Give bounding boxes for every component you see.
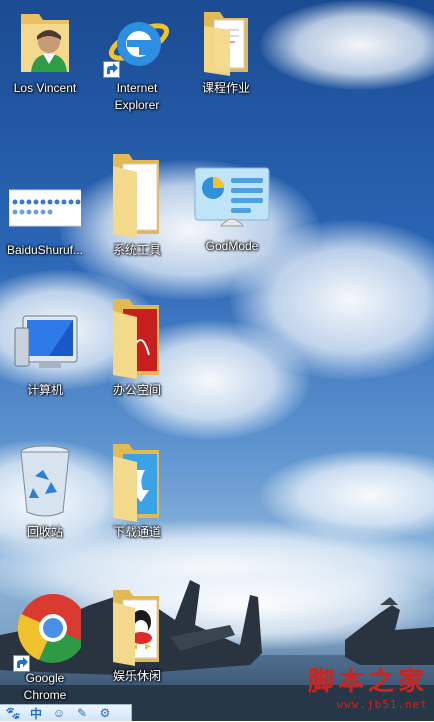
cloud bbox=[260, 0, 434, 90]
watermark-text: 脚本之家 bbox=[307, 667, 428, 697]
desktop-icon-recycle-bin[interactable]: 回收站 bbox=[0, 442, 90, 541]
desktop-icon-label: BaiduShuruf... bbox=[6, 243, 84, 257]
shortcut-arrow-icon bbox=[13, 655, 30, 672]
desktop-icon-google-chrome[interactable]: Google Chrome bbox=[0, 590, 90, 704]
desktop-icon-label: 办公空间 bbox=[112, 383, 161, 397]
pen-icon[interactable]: ✎ bbox=[72, 706, 92, 721]
computer-icon bbox=[9, 308, 81, 380]
folder-icon bbox=[101, 586, 173, 666]
desktop-icon-office-space[interactable]: 办公空间 bbox=[92, 295, 182, 399]
desktop-icon-baidushurufa[interactable]: BaiduShuruf... bbox=[0, 168, 90, 259]
chinese-mode-icon[interactable]: 中 bbox=[26, 706, 46, 721]
desktop-icon-label: Los Vincent bbox=[13, 81, 77, 95]
watermark-url: www.jb51.net bbox=[336, 698, 428, 711]
desktop-icon-godmode[interactable]: GodMode bbox=[187, 164, 277, 255]
desktop-icon-los-vincent[interactable]: Los Vincent bbox=[0, 6, 90, 97]
desktop-icon-label: 计算机 bbox=[26, 383, 63, 397]
desktop-icon-download-channel[interactable]: 下载通道 bbox=[92, 440, 182, 541]
internet-explorer-icon bbox=[101, 6, 173, 78]
desktop-icon-label: GodMode bbox=[205, 239, 259, 253]
paw-icon[interactable]: 🐾 bbox=[3, 706, 23, 721]
folder-icon bbox=[190, 6, 262, 78]
desktop-icon-computer[interactable]: 计算机 bbox=[0, 308, 90, 399]
recycle-bin-icon bbox=[9, 442, 81, 522]
desktop-icon-label: 娱乐休闲 bbox=[112, 669, 161, 683]
shortcut-arrow-icon bbox=[103, 61, 120, 78]
desktop-icon-entertainment[interactable]: 娱乐休闲 bbox=[92, 586, 182, 685]
desktop-icon-label: 系统工具 bbox=[112, 243, 161, 257]
desktop-icon-system-tools[interactable]: 系统工具 bbox=[92, 150, 182, 259]
folder-icon bbox=[101, 150, 173, 240]
desktop-icon-course-homework[interactable]: 课程作业 bbox=[181, 6, 271, 97]
desktop-icon-label: Google Chrome bbox=[23, 671, 67, 702]
input-method-toolbar: 🐾 中 ☺ ✎ ⚙ bbox=[0, 704, 132, 721]
baidu-input-icon bbox=[8, 168, 88, 240]
chrome-icon bbox=[9, 590, 87, 672]
desktop-icon-internet-explorer[interactable]: Internet Explorer bbox=[92, 6, 182, 114]
desktop-icon-label: 课程作业 bbox=[201, 81, 250, 95]
emoji-icon[interactable]: ☺ bbox=[49, 706, 69, 721]
watermark: 脚本之家 www.jb51.net bbox=[288, 666, 428, 711]
desktop-icon-label: 回收站 bbox=[26, 525, 63, 539]
desktop-icon-label: Internet Explorer bbox=[114, 81, 160, 112]
desktop-icon-label: 下载通道 bbox=[112, 525, 161, 539]
folder-icon bbox=[101, 440, 173, 522]
user-folder-icon bbox=[9, 6, 81, 78]
control-panel-icon bbox=[193, 164, 271, 236]
folder-icon bbox=[101, 295, 173, 380]
settings-icon[interactable]: ⚙ bbox=[95, 706, 115, 721]
